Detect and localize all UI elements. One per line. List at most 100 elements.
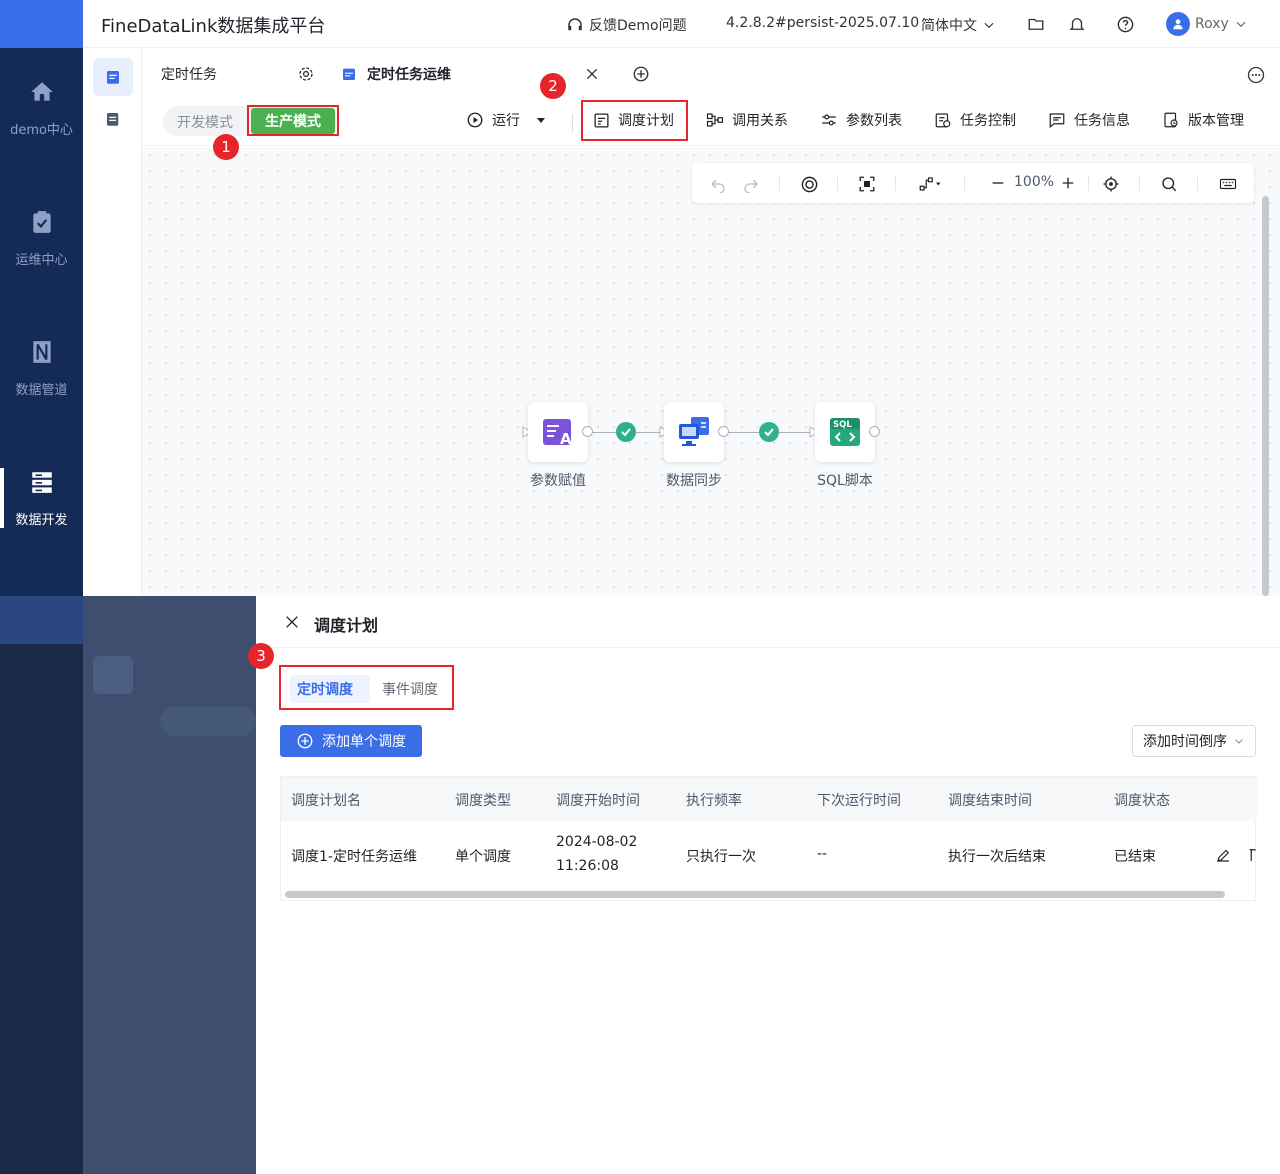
- col-start-time: 调度开始时间: [556, 793, 640, 809]
- language-select[interactable]: 简体中文: [921, 15, 996, 35]
- user-menu[interactable]: Roxy: [1166, 12, 1248, 36]
- document-icon: [107, 113, 119, 126]
- run-button[interactable]: 运行: [466, 110, 546, 130]
- keyboard-icon[interactable]: [1219, 175, 1237, 193]
- param-list-button[interactable]: 参数列表: [820, 110, 902, 130]
- sliders-icon: [822, 114, 836, 126]
- canvas-scrollbar[interactable]: [1262, 196, 1269, 596]
- user-name: Roxy: [1195, 16, 1229, 32]
- add-schedule-label: 添加单个调度: [322, 734, 406, 750]
- task-calendar-icon: [107, 71, 119, 84]
- tab-scheduled-task[interactable]: 定时任务: [161, 48, 331, 100]
- ctl-divider: [1197, 175, 1198, 191]
- zoom-out-icon[interactable]: [990, 175, 1006, 191]
- sidebar-item-label: 数据管道: [15, 382, 68, 398]
- delete-icon[interactable]: [1247, 846, 1257, 864]
- user-icon: [1173, 19, 1183, 30]
- server-stack-icon: [31, 471, 52, 493]
- bell-icon: [1069, 18, 1085, 30]
- folder-icon: [1028, 18, 1044, 30]
- close-icon[interactable]: [284, 614, 300, 630]
- search-icon[interactable]: [1160, 175, 1178, 193]
- col-frequency: 执行频率: [686, 793, 742, 809]
- version-label: 4.2.8.2#persist-2025.07.10: [726, 15, 920, 31]
- tab-scheduled-task-ops[interactable]: 定时任务运维: [331, 48, 611, 100]
- dev-mode-option[interactable]: 开发模式: [177, 112, 233, 132]
- notification-button[interactable]: [1068, 15, 1086, 33]
- node-label: 参数赋值: [530, 473, 586, 489]
- workflow-canvas[interactable]: 100% A 参数赋值 数据同步 SQL SQL脚本: [142, 147, 1280, 596]
- annotation-box-prod-mode: [247, 105, 339, 136]
- call-relation-button[interactable]: 调用关系: [706, 110, 788, 130]
- dimmed-sidebar: [0, 596, 83, 1174]
- tab-label: 定时任务: [161, 67, 217, 83]
- table-row[interactable]: 调度1-定时任务运维 单个调度 2024-08-02 11:26:08 只执行一…: [281, 821, 1257, 887]
- toolbar-divider: [572, 114, 573, 132]
- sidebar-item-ops-center[interactable]: 运维中心: [0, 178, 83, 298]
- sidebar-item-data-dev[interactable]: 数据开发: [0, 438, 83, 558]
- main-sidebar: demo中心 运维中心 数据管道 数据开发: [0, 0, 83, 596]
- chevron-down-icon: [984, 22, 994, 29]
- locate-icon[interactable]: [1102, 175, 1120, 193]
- edit-icon[interactable]: [1214, 846, 1232, 864]
- fit-view-icon[interactable]: [858, 175, 876, 193]
- add-tab-icon[interactable]: [632, 65, 650, 83]
- ctl-divider: [1088, 175, 1089, 191]
- schedule-table: 调度计划名 调度类型 调度开始时间 执行频率 下次运行时间 调度结束时间 调度状…: [280, 776, 1257, 901]
- help-icon: [1117, 16, 1134, 33]
- node-sql-script[interactable]: SQL: [815, 402, 875, 462]
- caret-down-icon[interactable]: [536, 115, 546, 125]
- feedback-link[interactable]: 反馈Demo问题: [566, 15, 687, 35]
- node-param-assign[interactable]: A: [528, 402, 588, 462]
- zoom-in-icon[interactable]: [1060, 175, 1076, 191]
- table-horizontal-scrollbar[interactable]: [285, 891, 1225, 898]
- connector-style-icon[interactable]: [916, 175, 944, 193]
- col-status: 调度状态: [1114, 793, 1170, 809]
- task-info-label: 任务信息: [1074, 113, 1130, 129]
- sidebar-item-demo-center[interactable]: demo中心: [0, 48, 83, 168]
- dimmed-sub-icon: [93, 656, 133, 694]
- node-label: 数据同步: [666, 473, 722, 489]
- dimmed-mode-switch: [160, 706, 256, 736]
- col-next-run: 下次运行时间: [817, 793, 901, 809]
- folder-button[interactable]: [1027, 15, 1045, 33]
- tab-bar: 定时任务 定时任务运维: [142, 48, 1280, 100]
- layout-icon[interactable]: [800, 175, 819, 194]
- drawer-title: 调度计划: [314, 616, 379, 635]
- col-plan-name: 调度计划名: [291, 793, 361, 809]
- output-port[interactable]: [869, 426, 880, 437]
- undo-icon[interactable]: [709, 175, 727, 193]
- output-port[interactable]: [718, 426, 729, 437]
- close-icon[interactable]: [584, 66, 600, 82]
- cell-end: 执行一次后结束: [948, 849, 1046, 865]
- version-mgmt-button[interactable]: 版本管理: [1162, 110, 1244, 130]
- task-control-button[interactable]: 任务控制: [934, 110, 1016, 130]
- output-port[interactable]: [582, 426, 593, 437]
- cell-plan-name: 调度1-定时任务运维: [291, 849, 417, 865]
- divider: [256, 647, 1280, 648]
- task-list-button[interactable]: [93, 58, 133, 96]
- svg-text:A: A: [560, 430, 572, 448]
- sidebar-item-data-pipeline[interactable]: 数据管道: [0, 308, 83, 428]
- node-data-sync[interactable]: [664, 402, 724, 462]
- sort-label: 添加时间倒序: [1143, 734, 1227, 750]
- redo-icon[interactable]: [742, 175, 760, 193]
- help-button[interactable]: [1116, 15, 1135, 34]
- sort-select[interactable]: 添加时间倒序: [1132, 725, 1256, 757]
- pipeline-icon: [32, 340, 51, 363]
- task-control-icon: [935, 113, 951, 128]
- chevron-down-icon: [1236, 21, 1246, 28]
- more-options-icon[interactable]: [1246, 65, 1266, 85]
- add-schedule-button[interactable]: 添加单个调度: [280, 725, 422, 757]
- ops-list-button[interactable]: [93, 100, 133, 138]
- task-control-label: 任务控制: [960, 113, 1016, 129]
- tab-label: 定时任务运维: [367, 67, 451, 83]
- cell-start-time: 11:26:08: [556, 858, 619, 874]
- task-info-button[interactable]: 任务信息: [1048, 110, 1130, 130]
- top-screenshot-panel: demo中心 运维中心 数据管道 数据开发 FineDataLink数据集成平台…: [0, 0, 1280, 596]
- table-header: 调度计划名 调度类型 调度开始时间 执行频率 下次运行时间 调度结束时间 调度状…: [281, 777, 1257, 821]
- sidebar-item-label: 运维中心: [15, 252, 68, 268]
- node-label: SQL脚本: [817, 473, 873, 489]
- col-type: 调度类型: [455, 793, 511, 809]
- gear-icon[interactable]: [297, 65, 315, 83]
